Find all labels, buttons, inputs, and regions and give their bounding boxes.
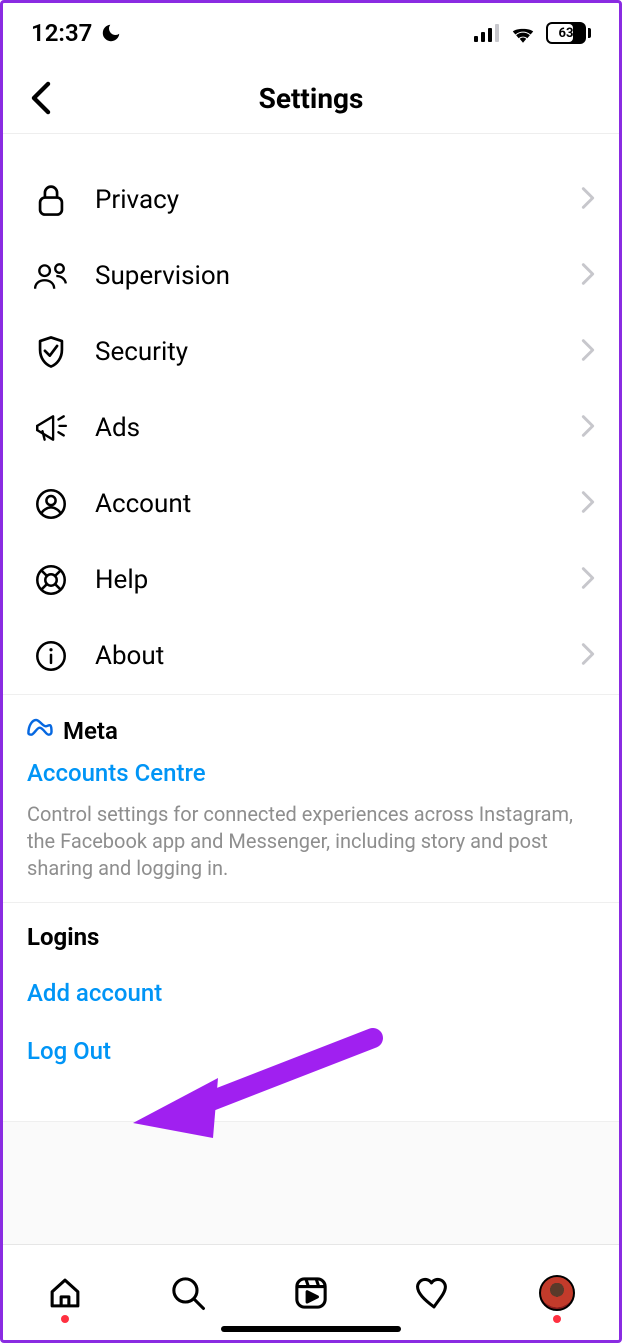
row-label: Supervision: [95, 261, 230, 291]
settings-list: Privacy Supervision: [3, 134, 619, 694]
notification-dot: [553, 1315, 561, 1323]
battery-pct: 63: [559, 26, 574, 41]
people-icon: [33, 258, 69, 294]
settings-row-help[interactable]: Help: [3, 542, 619, 618]
row-label: Privacy: [95, 185, 179, 215]
account-icon: [33, 486, 69, 522]
chevron-right-icon: [581, 186, 595, 214]
chevron-right-icon: [581, 414, 595, 442]
chevron-right-icon: [581, 490, 595, 518]
logins-section: Logins Add account Log Out: [3, 903, 619, 1121]
shield-icon: [33, 334, 69, 370]
row-label: Ads: [95, 413, 140, 443]
settings-row-about[interactable]: About: [3, 618, 619, 694]
settings-row-privacy[interactable]: Privacy: [3, 162, 619, 238]
settings-row-account[interactable]: Account: [3, 466, 619, 542]
profile-avatar: [539, 1275, 575, 1311]
settings-row-security[interactable]: Security: [3, 314, 619, 390]
meta-logo-icon: [27, 717, 55, 745]
settings-row-ads[interactable]: Ads: [3, 390, 619, 466]
notification-dot: [61, 1315, 69, 1323]
tab-activity[interactable]: [412, 1271, 456, 1315]
tab-reels[interactable]: [289, 1271, 333, 1315]
lifebuoy-icon: [33, 562, 69, 598]
accounts-centre-link[interactable]: Accounts Centre: [27, 759, 206, 787]
chevron-right-icon: [581, 262, 595, 290]
logout-link[interactable]: Log Out: [27, 1037, 595, 1065]
row-label: Security: [95, 337, 188, 367]
megaphone-icon: [33, 410, 69, 446]
logins-heading: Logins: [27, 923, 595, 951]
meta-description: Control settings for connected experienc…: [27, 801, 595, 882]
meta-section: Meta Accounts Centre Control settings fo…: [3, 695, 619, 902]
wifi-icon: [510, 23, 536, 43]
back-button[interactable]: [21, 78, 61, 118]
tab-home[interactable]: [43, 1271, 87, 1315]
chevron-right-icon: [581, 338, 595, 366]
settings-row-supervision[interactable]: Supervision: [3, 238, 619, 314]
cellular-signal-icon: [474, 24, 500, 42]
dnd-moon-icon: [100, 22, 122, 44]
chevron-right-icon: [581, 642, 595, 670]
status-time: 12:37: [31, 19, 92, 47]
tab-search[interactable]: [166, 1271, 210, 1315]
home-indicator: [221, 1326, 401, 1332]
chevron-right-icon: [581, 566, 595, 594]
meta-brand-label: Meta: [63, 717, 118, 745]
tab-profile[interactable]: [535, 1271, 579, 1315]
info-icon: [33, 638, 69, 674]
row-label: About: [95, 641, 164, 671]
page-header: Settings: [3, 63, 619, 133]
battery-indicator: 63: [546, 22, 591, 44]
row-label: Account: [95, 489, 191, 519]
add-account-link[interactable]: Add account: [27, 979, 595, 1007]
tab-bar: [3, 1244, 619, 1340]
page-title: Settings: [259, 82, 364, 115]
status-bar: 12:37: [3, 3, 619, 63]
row-label: Help: [95, 565, 148, 595]
lock-icon: [33, 182, 69, 218]
